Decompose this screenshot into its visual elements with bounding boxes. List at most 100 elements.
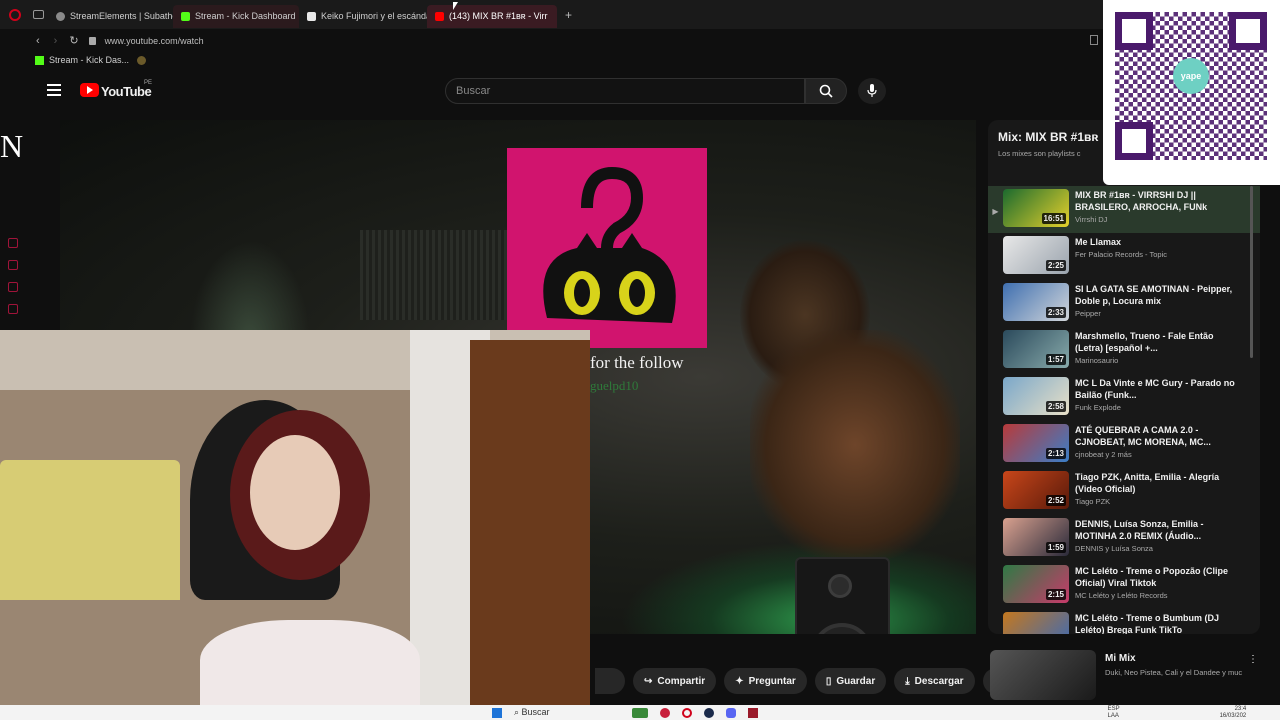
playlist-title: Mix: MIX BR #1ʙʀ (998, 130, 1099, 144)
mix-card[interactable]: Mi Mix Duki, Neo Pistea, Cali y el Dande… (990, 650, 1258, 700)
youtube-logo-icon[interactable] (80, 83, 99, 97)
search-button[interactable] (805, 78, 847, 104)
door-image (470, 340, 590, 706)
new-tab-icon[interactable]: + (565, 8, 572, 22)
follow-alert-text: for the follow (590, 353, 684, 372)
playlist-item[interactable]: 2:15 MC Leléto - Treme o Popozão (Clipe O… (988, 562, 1260, 609)
steam-icon[interactable] (703, 707, 714, 718)
sidebar-icon-4[interactable] (8, 304, 18, 314)
download-icon: ⤓ (905, 675, 910, 687)
youtube-logo-text[interactable]: YouTube (101, 84, 152, 99)
tab-1[interactable]: Stream - Kick Dashboard (173, 4, 299, 28)
playlist-item[interactable]: ▶ 16:51 MIX BR #1ʙʀ - VIRRSHI DJ || BRASIL… (988, 186, 1260, 233)
pin-icon[interactable] (1090, 35, 1098, 45)
tab-3[interactable]: (143) MIX BR #1ʙʀ - Virr✕ (427, 4, 557, 28)
playlist-item[interactable]: 2:33 SI LA GATA SE AMOTINAN - Peipper, Do… (988, 280, 1260, 327)
bookmark-extra-icon[interactable] (137, 55, 147, 65)
playlist-item[interactable]: 1:59 DENNIS, Luísa Sonza, Emilia - MOTINH… (988, 515, 1260, 562)
mix-title: Mi Mix (1105, 653, 1136, 664)
thumbnail: 1:57 (1003, 330, 1069, 368)
share-button[interactable]: ↪ Compartir (633, 668, 717, 694)
sidebar-icons (8, 238, 24, 326)
forward-icon[interactable]: › (54, 35, 58, 47)
search-icon (819, 84, 833, 98)
kick-icon (181, 11, 190, 21)
playlist-item[interactable]: 2:58 MC L Da Vinte e MC Gury - Parado no … (988, 374, 1260, 421)
sidebar-icon-2[interactable] (8, 260, 18, 270)
lock-icon (88, 36, 96, 45)
taskbar-search[interactable]: ⌕ Buscar (514, 707, 550, 718)
qr-finder (1229, 12, 1267, 50)
reload-icon[interactable]: ↻ (69, 34, 78, 47)
menu-icon[interactable] (47, 84, 61, 96)
sidebar-icon-1[interactable] (8, 238, 18, 248)
sidebar-icon-3[interactable] (8, 282, 18, 292)
playlist-item[interactable]: 1:57 Marshmello, Trueno - Fale Então (Let… (988, 327, 1260, 374)
tab-2[interactable]: Keiko Fujimori y el escándalo (299, 5, 427, 28)
mix-more-icon[interactable]: ⋮ (1248, 654, 1258, 665)
tab-0[interactable]: StreamElements | Subathon (48, 5, 173, 28)
thumbnail: 2:33 (1003, 283, 1069, 321)
search-input[interactable]: Buscar (445, 78, 805, 104)
bed-image (0, 460, 180, 600)
taskbar: ⌕ Buscar ESP LAA 23:4 16/03/202 (0, 705, 1280, 720)
taskbar-app-icon[interactable] (659, 707, 670, 718)
playlist-subtitle: Los mixes son playlists c (998, 149, 1081, 158)
thumbnail: 2:58 (1003, 377, 1069, 415)
opera-taskbar-icon[interactable] (681, 707, 692, 718)
workspace-icon[interactable] (33, 10, 44, 19)
thumbnail: 2:52 (1003, 471, 1069, 509)
playlist-panel: Mix: MIX BR #1ʙʀ Los mixes son playlists… (988, 120, 1260, 634)
download-button[interactable]: ⤓ Descargar (894, 668, 975, 694)
back-icon[interactable]: ‹ (36, 35, 40, 47)
voice-search-button[interactable] (858, 78, 886, 104)
qr-code-overlay: yape (1103, 0, 1280, 185)
mix-subtitle: Duki, Neo Pistea, Cali y el Dandee y muc (1105, 668, 1243, 677)
save-button[interactable]: ▯ Guardar (814, 668, 887, 694)
bookmark-icon: ▯ (825, 675, 832, 687)
clock[interactable]: 23:4 16/03/202 (1220, 706, 1247, 720)
thumbnail: 16:51 (1003, 189, 1069, 227)
url-field[interactable]: www.youtube.com/watch (105, 36, 204, 46)
playlist-items: ▶ 16:51 MIX BR #1ʙʀ - VIRRSHI DJ || BRASIL… (988, 186, 1260, 634)
discord-icon[interactable] (725, 707, 736, 718)
sparkle-icon: ✦ (735, 675, 744, 687)
opera-logo-icon[interactable] (9, 8, 21, 21)
thumbnail: 2:15 (1003, 565, 1069, 603)
cat-logo-icon (543, 166, 676, 323)
address-bar: ‹ › ↻ www.youtube.com/watch (0, 29, 1100, 52)
follow-alert-user: guelpd10 (590, 378, 639, 393)
thumbnail: 1:59 (1003, 518, 1069, 556)
playlist-item[interactable]: MC Leléto - Treme o Bumbum (DJ Leléto) B… (988, 609, 1260, 634)
ask-button[interactable]: ✦ Preguntar (724, 668, 807, 694)
like-partial-button[interactable] (595, 668, 625, 694)
share-icon: ↪ (644, 675, 653, 687)
tab-bar: StreamElements | Subathon Stream - Kick … (0, 0, 1280, 29)
windows-start-icon[interactable] (492, 707, 502, 718)
kick-bookmark-icon (35, 55, 44, 65)
youtube-tab-icon (435, 11, 444, 21)
mic-icon (867, 84, 877, 97)
language-indicator[interactable]: ESP LAA (1108, 706, 1120, 720)
now-playing-icon: ▶ (992, 207, 999, 216)
playlist-scrollbar[interactable] (1250, 186, 1253, 358)
thumbnail: 2:13 (1003, 424, 1069, 462)
playlist-item[interactable]: 2:25 Me Llamax Fer Palacio Records - Topic (988, 233, 1260, 280)
mix-thumbnail (990, 650, 1096, 700)
thumbnail (1003, 612, 1069, 634)
overlay-letter: N (0, 128, 24, 164)
shirt-image (200, 620, 420, 706)
video-actions: ↪ Compartir ✦ Preguntar ▯ Guardar ⤓ Descarga… (595, 668, 1010, 694)
taskbar-app-icon[interactable] (631, 707, 648, 718)
face-image (250, 435, 340, 550)
webcam-feed (0, 330, 590, 706)
country-code: PE (144, 80, 153, 86)
playlist-item[interactable]: 2:13 ATÉ QUEBRAR A CAMA 2.0 - CJNOBEAT, M… (988, 421, 1260, 468)
taskbar-app-icon[interactable] (747, 707, 758, 718)
screen: { "browser":{ "tabs":[ {"label":"StreamE… (0, 0, 1280, 720)
qr-finder (1115, 12, 1153, 50)
playlist-item[interactable]: 2:52 Tiago PZK, Anitta, Emilia - Alegría … (988, 468, 1260, 515)
mouse-cursor-icon (453, 2, 458, 10)
bookmark-item[interactable]: Stream - Kick Das... (49, 55, 129, 65)
overlay-cat-logo (507, 148, 707, 348)
